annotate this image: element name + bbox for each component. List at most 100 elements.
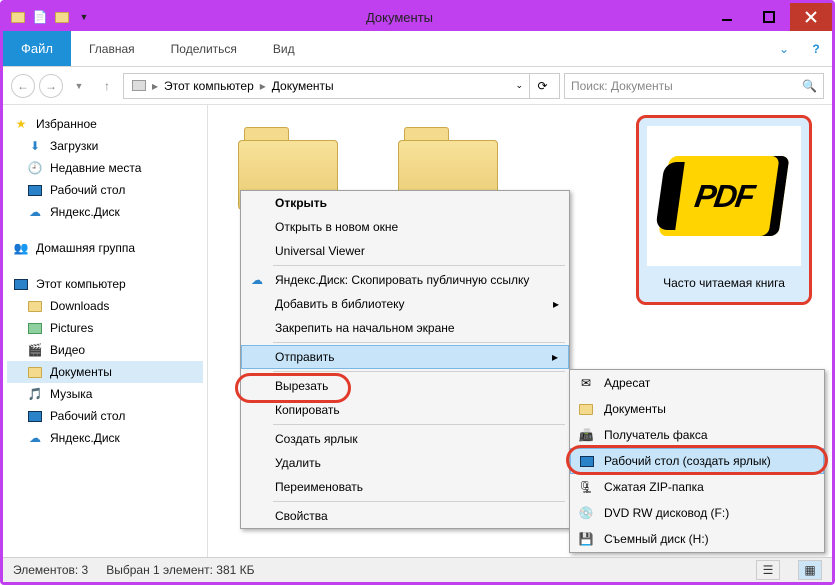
folder-icon — [9, 8, 27, 26]
ctx-pin[interactable]: Закрепить на начальном экране — [241, 316, 569, 340]
maximize-button[interactable] — [748, 3, 790, 31]
folder-icon — [27, 298, 43, 314]
ctx-library[interactable]: Добавить в библиотеку▸ — [241, 292, 569, 316]
cloud-icon: ☁ — [27, 204, 43, 220]
folder-icon — [27, 364, 43, 380]
fax-icon: 📠 — [578, 427, 594, 443]
sidebar-item[interactable]: 🎬Видео — [7, 339, 203, 361]
ctx-open[interactable]: Открыть — [241, 191, 569, 215]
ctx-props[interactable]: Свойства — [241, 504, 569, 528]
sidebar-item[interactable]: 🎵Музыка — [7, 383, 203, 405]
recent-icon: 🕘 — [27, 160, 43, 176]
sidebar-item-yandex[interactable]: ☁Яндекс.Диск — [7, 201, 203, 223]
music-icon: 🎵 — [27, 386, 43, 402]
sidebar-item[interactable]: ☁Яндекс.Диск — [7, 427, 203, 449]
tab-view[interactable]: Вид — [255, 31, 313, 66]
bc-documents[interactable]: Документы — [268, 79, 338, 93]
ribbon-expand-icon[interactable]: ⌄ — [768, 31, 800, 66]
bc-computer[interactable]: Этот компьютер — [160, 79, 258, 93]
ctx-universal[interactable]: Universal Viewer — [241, 239, 569, 263]
pictures-icon — [27, 320, 43, 336]
minimize-button[interactable] — [706, 3, 748, 31]
status-count: Элементов: 3 — [13, 563, 88, 577]
ctx-copy[interactable]: Копировать — [241, 398, 569, 422]
qat-newfolder-icon[interactable] — [53, 8, 71, 26]
cloud-icon: ☁ — [249, 272, 265, 288]
close-button[interactable] — [790, 3, 832, 31]
title-bar: 📄 ▼ Документы — [3, 3, 832, 31]
window-title: Документы — [93, 10, 706, 25]
qat-properties-icon[interactable]: 📄 — [31, 8, 49, 26]
folder-icon — [578, 401, 594, 417]
forward-button[interactable]: → — [39, 74, 63, 98]
file-name: Часто читаемая книга — [663, 276, 785, 290]
help-icon[interactable]: ? — [800, 31, 832, 66]
ctx-cut[interactable]: Вырезать — [241, 374, 569, 398]
tab-share[interactable]: Поделиться — [153, 31, 255, 66]
sidebar-item[interactable]: Downloads — [7, 295, 203, 317]
sendto-menu: ✉Адресат Документы 📠Получатель факса Раб… — [569, 369, 825, 553]
ribbon: Файл Главная Поделиться Вид ⌄ ? — [3, 31, 832, 67]
status-bar: Элементов: 3 Выбран 1 элемент: 381 КБ ☰ … — [3, 557, 832, 582]
star-icon: ★ — [13, 116, 29, 132]
desktop-icon — [579, 453, 595, 469]
sidebar-item[interactable]: Рабочий стол — [7, 405, 203, 427]
usb-icon: 💾 — [578, 531, 594, 547]
context-menu: Открыть Открыть в новом окне Universal V… — [240, 190, 570, 529]
dvd-icon: 💿 — [578, 505, 594, 521]
sidebar-computer[interactable]: Этот компьютер — [7, 273, 203, 295]
video-icon: 🎬 — [27, 342, 43, 358]
desktop-icon — [27, 408, 43, 424]
sendto-dvd[interactable]: 💿DVD RW дисковод (F:) — [570, 500, 824, 526]
sidebar-item[interactable]: Pictures — [7, 317, 203, 339]
chevron-right-icon[interactable]: ▸ — [152, 79, 158, 93]
sendto-usb[interactable]: 💾Съемный диск (H:) — [570, 526, 824, 552]
refresh-button[interactable]: ⟳ — [529, 73, 555, 99]
recent-dropdown[interactable]: ▼ — [67, 74, 91, 98]
sendto-zip[interactable]: 🗜Сжатая ZIP-папка — [570, 474, 824, 500]
pdf-thumbnail: PDF — [647, 126, 801, 266]
sidebar-favorites[interactable]: ★Избранное — [7, 113, 203, 135]
search-icon: 🔍 — [802, 79, 817, 93]
chevron-right-icon: ▸ — [553, 297, 559, 311]
search-input[interactable]: Поиск: Документы 🔍 — [564, 73, 824, 99]
sidebar-homegroup[interactable]: 👥Домашняя группа — [7, 237, 203, 259]
breadcrumb-dropdown[interactable]: ⌄ — [511, 80, 527, 91]
up-button[interactable]: ↑ — [95, 74, 119, 98]
homegroup-icon: 👥 — [13, 240, 29, 256]
tab-home[interactable]: Главная — [71, 31, 153, 66]
sidebar-item-downloads[interactable]: ⬇Загрузки — [7, 135, 203, 157]
sendto-docs[interactable]: Документы — [570, 396, 824, 422]
desktop-icon — [27, 182, 43, 198]
breadcrumb[interactable]: ▸ Этот компьютер ▸ Документы ⌄ ⟳ — [123, 73, 560, 99]
computer-icon — [132, 80, 146, 91]
sidebar-item-recent[interactable]: 🕘Недавние места — [7, 157, 203, 179]
chevron-right-icon: ▸ — [552, 350, 558, 364]
ctx-open-new[interactable]: Открыть в новом окне — [241, 215, 569, 239]
view-thumbnails-button[interactable]: ▦ — [798, 560, 822, 580]
ctx-rename[interactable]: Переименовать — [241, 475, 569, 499]
sendto-desktop[interactable]: Рабочий стол (создать ярлык) — [570, 448, 824, 474]
ctx-send[interactable]: Отправить▸ — [241, 345, 569, 369]
chevron-right-icon[interactable]: ▸ — [260, 79, 266, 93]
sendto-addressee[interactable]: ✉Адресат — [570, 370, 824, 396]
sidebar-item-documents[interactable]: Документы — [7, 361, 203, 383]
selected-file-tile[interactable]: PDF Часто читаемая книга — [636, 115, 812, 305]
ctx-yandex[interactable]: ☁Яндекс.Диск: Скопировать публичную ссыл… — [241, 268, 569, 292]
pdf-logo-text: PDF — [692, 178, 755, 215]
sendto-fax[interactable]: 📠Получатель факса — [570, 422, 824, 448]
status-selected: Выбран 1 элемент: 381 КБ — [106, 563, 254, 577]
computer-icon — [13, 276, 29, 292]
download-icon: ⬇ — [27, 138, 43, 154]
cloud-icon: ☁ — [27, 430, 43, 446]
back-button[interactable]: ← — [11, 74, 35, 98]
view-details-button[interactable]: ☰ — [756, 560, 780, 580]
zip-icon: 🗜 — [578, 479, 594, 495]
mail-icon: ✉ — [578, 375, 594, 391]
ctx-shortcut[interactable]: Создать ярлык — [241, 427, 569, 451]
search-placeholder: Поиск: Документы — [571, 79, 673, 93]
file-tab[interactable]: Файл — [3, 31, 71, 66]
ctx-delete[interactable]: Удалить — [241, 451, 569, 475]
qat-dropdown-icon[interactable]: ▼ — [75, 8, 93, 26]
sidebar-item-desktop[interactable]: Рабочий стол — [7, 179, 203, 201]
